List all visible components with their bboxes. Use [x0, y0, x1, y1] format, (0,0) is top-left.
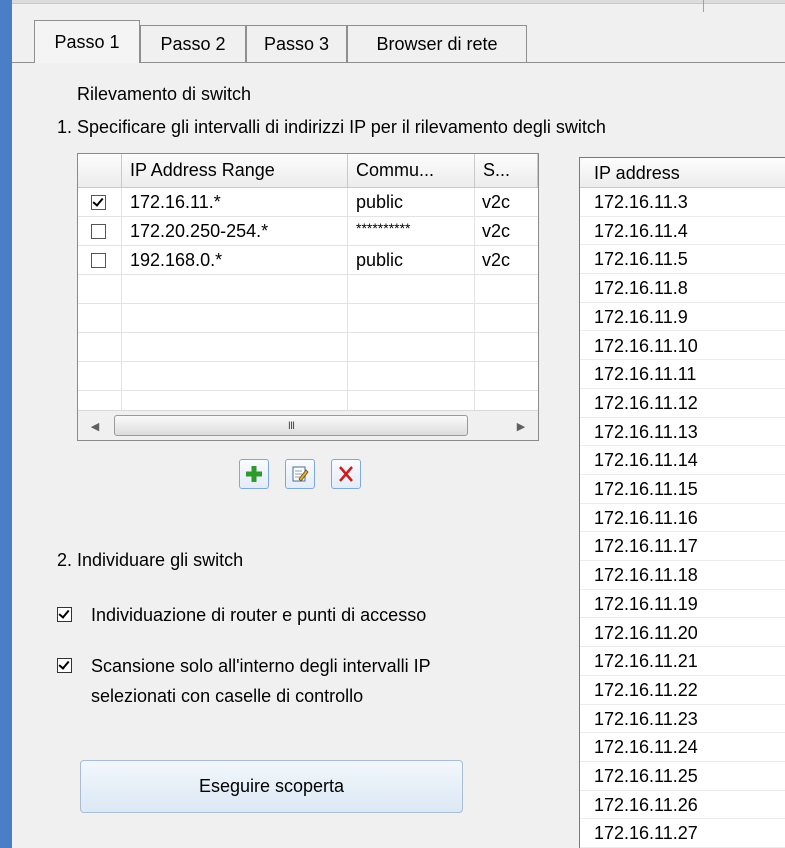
edit-icon — [292, 466, 309, 482]
empty-row — [78, 304, 538, 333]
scroll-left-icon[interactable]: ◀ — [78, 411, 112, 440]
empty-row — [78, 275, 538, 304]
list-item[interactable]: 172.16.11.23 — [580, 705, 785, 734]
list-item[interactable]: 172.16.11.14 — [580, 446, 785, 475]
list-item[interactable]: 172.16.11.21 — [580, 647, 785, 676]
table-row[interactable]: 172.20.250-254.* ********** v2c — [78, 217, 538, 246]
section-title: Rilevamento di switch — [77, 84, 252, 104]
tab-passo-1[interactable]: Passo 1 — [34, 20, 140, 63]
range-cell: 192.168.0.* — [130, 250, 223, 270]
button-label: Eseguire scoperta — [198, 776, 345, 796]
scroll-right-icon[interactable]: ▶ — [504, 411, 538, 440]
column-header-label: IP Address Range — [130, 160, 275, 180]
tab-passo-2[interactable]: Passo 2 — [140, 25, 246, 62]
list-item[interactable]: 172.16.11.20 — [580, 619, 785, 648]
plus-icon — [246, 466, 262, 482]
list-item[interactable]: 172.16.11.11 — [580, 360, 785, 389]
range-cell: 172.16.11.* — [130, 192, 221, 212]
list-item[interactable]: 172.16.11.5 — [580, 245, 785, 275]
version-cell: v2c — [482, 221, 511, 241]
column-header-community[interactable]: Commu... — [348, 154, 475, 188]
ip-address-column-header[interactable]: IP address — [580, 158, 785, 188]
thumb-grip: III — [287, 419, 295, 432]
column-header-label: S... — [483, 160, 511, 180]
table-row[interactable]: 172.16.11.* public v2c — [78, 188, 538, 217]
list-item[interactable]: 172.16.11.22 — [580, 676, 785, 705]
ip-address-list[interactable]: IP address 172.16.11.3 172.16.11.4 172.16.… — [579, 157, 785, 848]
scan-selected-only-checkbox[interactable] — [57, 658, 72, 673]
top-divider — [12, 0, 785, 4]
row-checkbox[interactable] — [91, 253, 106, 268]
add-range-button[interactable] — [239, 459, 269, 489]
delete-icon — [339, 466, 353, 482]
routers-access-points-checkbox[interactable] — [57, 607, 72, 622]
list-item[interactable]: 172.16.11.17 — [580, 532, 785, 562]
table-row[interactable]: 192.168.0.* public v2c — [78, 246, 538, 275]
list-item[interactable]: 172.16.11.25 — [580, 762, 785, 791]
tab-label: Passo 1 — [54, 31, 120, 52]
tab-label: Passo 3 — [263, 33, 330, 54]
empty-row — [78, 333, 538, 362]
list-item[interactable]: 172.16.11.24 — [580, 733, 785, 762]
scan-selected-only-label-line2: selezionati con caselle di controllo — [91, 686, 364, 706]
routers-access-points-label: Individuazione di router e punti di acce… — [91, 605, 427, 625]
tab-label: Browser di rete — [376, 33, 498, 54]
tab-label: Passo 2 — [160, 33, 226, 54]
community-cell: public — [356, 250, 404, 270]
list-item[interactable]: 172.16.11.13 — [580, 418, 785, 447]
edit-range-button[interactable] — [285, 459, 315, 489]
list-item[interactable]: 172.16.11.15 — [580, 475, 785, 504]
column-header-label: Commu... — [356, 160, 435, 180]
list-item[interactable]: 172.16.11.8 — [580, 274, 785, 303]
tab-passo-3[interactable]: Passo 3 — [246, 25, 347, 62]
community-cell: ********** — [356, 220, 411, 236]
row-checkbox[interactable] — [91, 224, 106, 239]
scan-selected-only-label: Scansione solo all'interno degli interva… — [91, 656, 431, 676]
step1-instruction: 1. Specificare gli intervalli di indiriz… — [57, 117, 606, 137]
row-checkbox[interactable] — [91, 195, 106, 210]
window-edge — [0, 0, 12, 848]
list-item[interactable]: 172.16.11.12 — [580, 389, 785, 418]
checkbox-column-header[interactable] — [78, 154, 122, 188]
list-item[interactable]: 172.16.11.26 — [580, 791, 785, 820]
list-item[interactable]: 172.16.11.27 — [580, 819, 785, 848]
version-cell: v2c — [482, 192, 511, 212]
column-header-ip-range[interactable]: IP Address Range — [122, 154, 348, 188]
list-item[interactable]: 172.16.11.16 — [580, 504, 785, 533]
list-item[interactable]: 172.16.11.9 — [580, 303, 785, 332]
range-cell: 172.20.250-254.* — [130, 221, 269, 241]
community-cell: public — [356, 192, 404, 212]
run-discovery-button[interactable]: Eseguire scoperta — [80, 760, 463, 813]
column-header-snmp-version[interactable]: S... — [475, 154, 538, 188]
ip-range-grid[interactable]: IP Address Range Commu... S... 172.16.11… — [77, 153, 539, 441]
top-splitter — [703, 0, 704, 12]
list-item[interactable]: 172.16.11.3 — [580, 188, 785, 217]
tab-browser-di-rete[interactable]: Browser di rete — [347, 25, 527, 62]
list-item[interactable]: 172.16.11.10 — [580, 332, 785, 361]
list-item[interactable]: 172.16.11.19 — [580, 590, 785, 619]
list-item[interactable]: 172.16.11.18 — [580, 561, 785, 590]
horizontal-scrollbar[interactable]: ◀ III ▶ — [78, 410, 538, 440]
step2-instruction: 2. Individuare gli switch — [57, 550, 244, 570]
list-item[interactable]: 172.16.11.4 — [580, 217, 785, 246]
delete-range-button[interactable] — [331, 459, 361, 489]
version-cell: v2c — [482, 250, 511, 270]
empty-row — [78, 362, 538, 391]
scroll-thumb[interactable]: III — [114, 415, 468, 436]
